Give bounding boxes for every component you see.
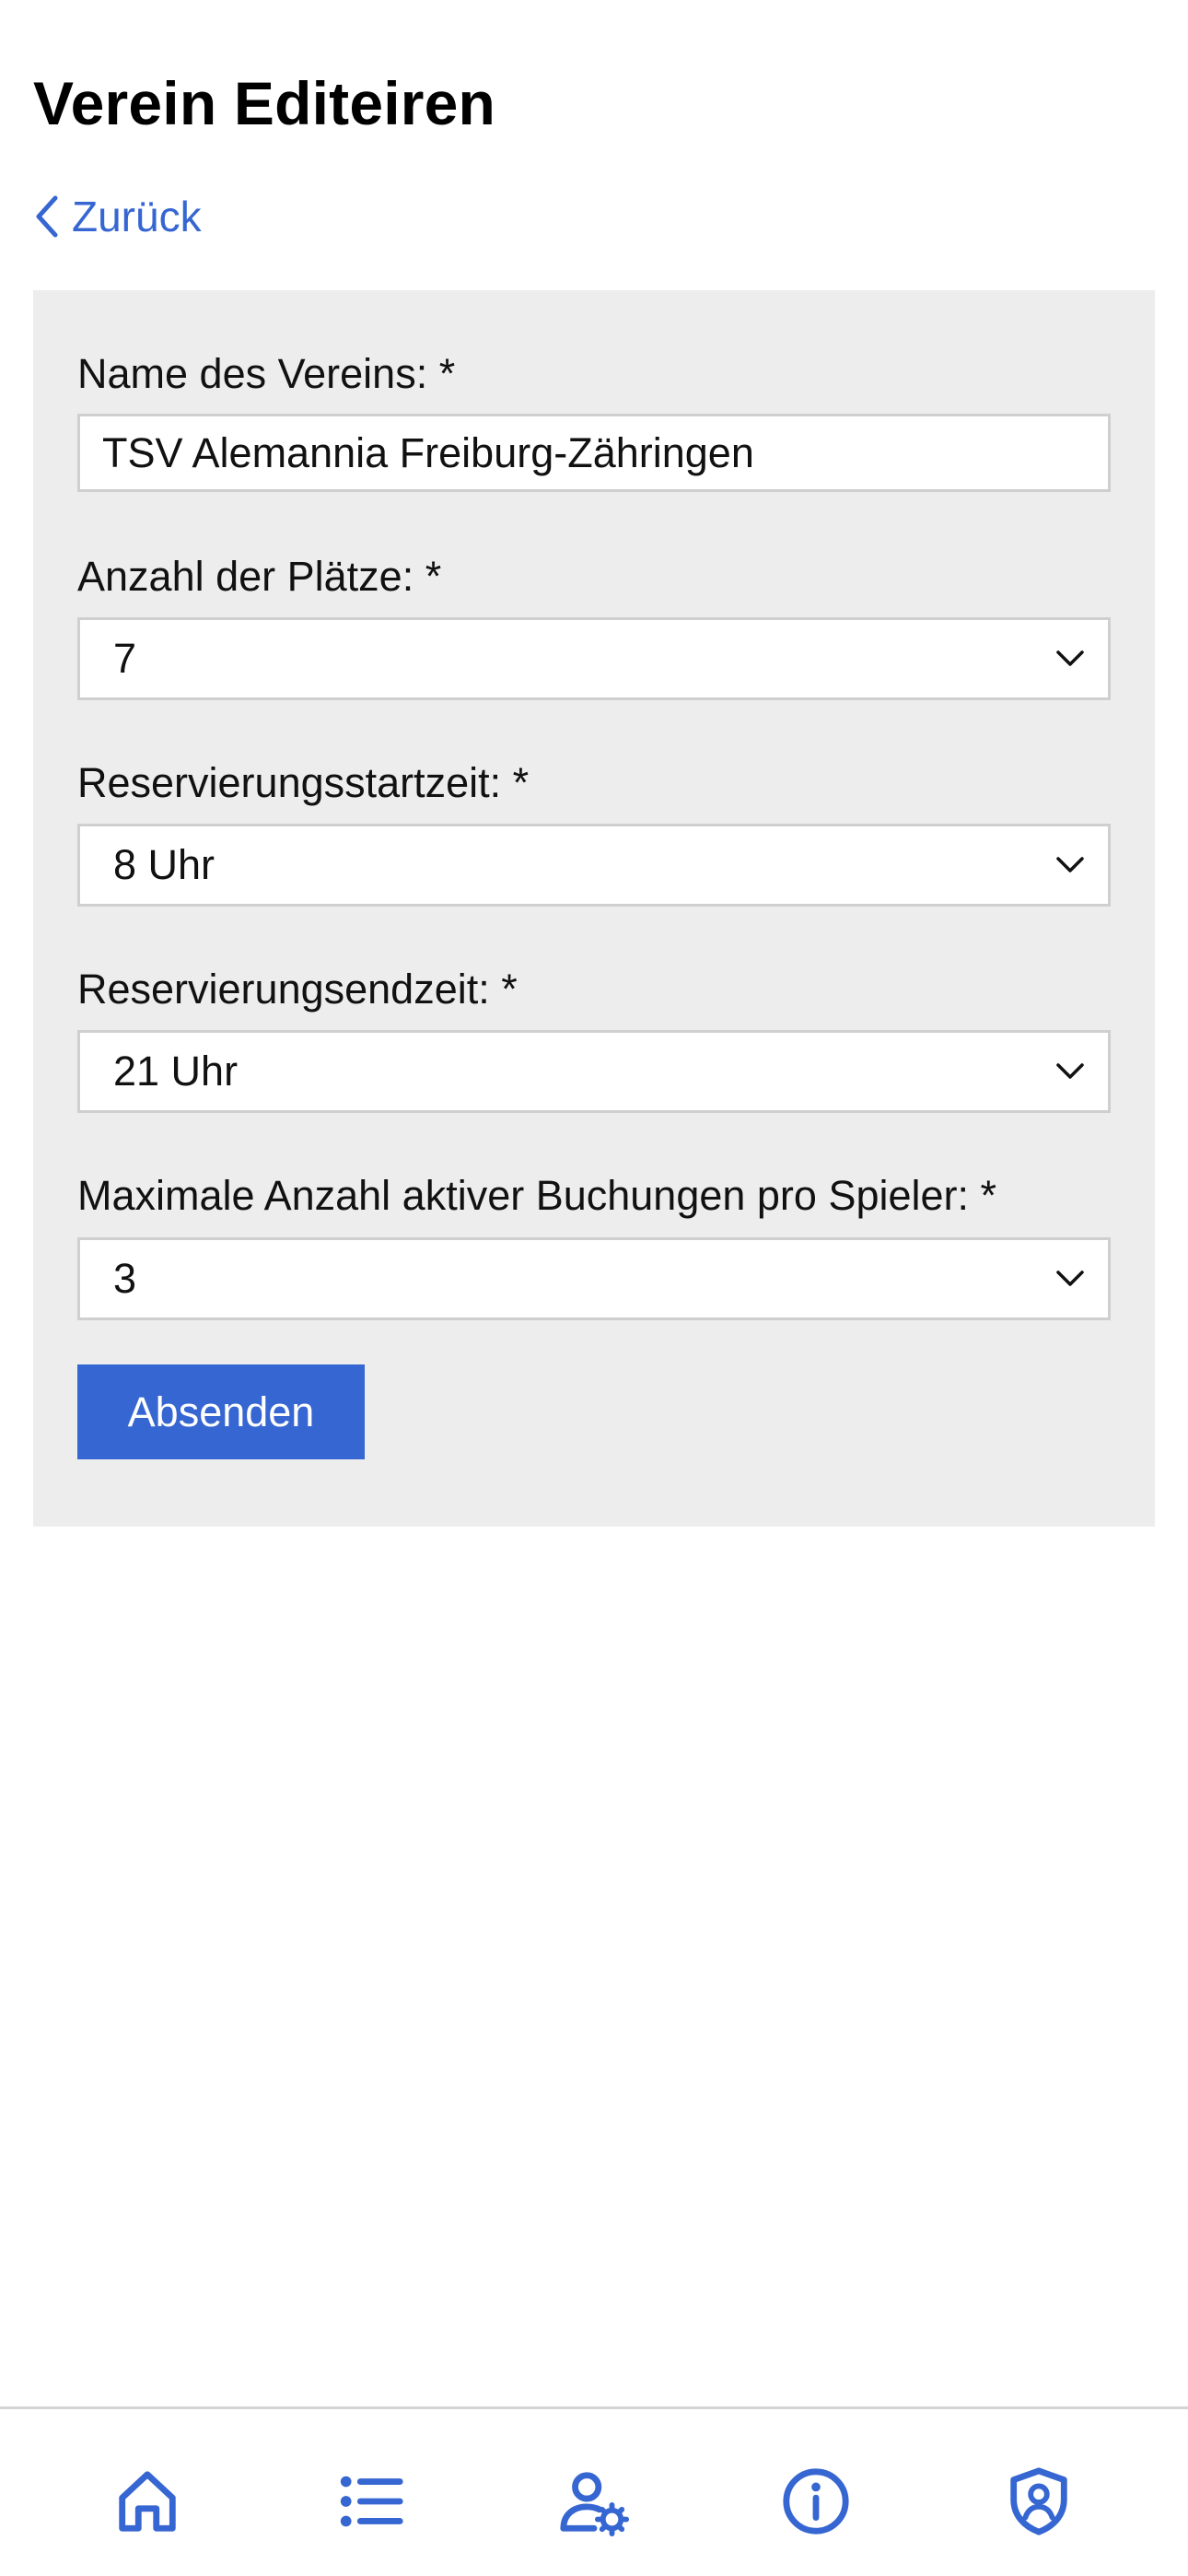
booking-end-value: 21 Uhr xyxy=(113,1048,239,1095)
tab-list[interactable] xyxy=(320,2455,422,2547)
shield-user-icon xyxy=(1010,2467,1067,2535)
chevron-down-icon xyxy=(1056,1270,1084,1286)
bottom-tab-bar xyxy=(0,2406,1188,2576)
chevron-down-icon xyxy=(1056,857,1084,872)
court-count-select[interactable]: 7 xyxy=(77,617,1111,700)
back-link[interactable]: Zurück xyxy=(31,184,202,249)
info-icon xyxy=(783,2468,849,2535)
chevron-down-icon xyxy=(1056,650,1084,666)
club-name-input[interactable] xyxy=(77,414,1111,492)
user-settings-icon xyxy=(560,2472,630,2537)
tab-info[interactable] xyxy=(765,2455,867,2547)
booking-end-select[interactable]: 21 Uhr xyxy=(77,1030,1111,1113)
max-bookings-label: Maximale Anzahl aktiver Buchungen pro Sp… xyxy=(77,1172,997,1219)
club-name-label: Name des Vereins: * xyxy=(77,350,456,397)
page-title: Verein Editeiren xyxy=(33,69,496,137)
max-bookings-value: 3 xyxy=(113,1255,137,1302)
back-link-label: Zurück xyxy=(72,193,202,240)
max-bookings-select[interactable]: 3 xyxy=(77,1237,1111,1320)
court-count-value: 7 xyxy=(113,635,137,682)
tab-user-settings[interactable] xyxy=(543,2455,645,2547)
booking-start-value: 8 Uhr xyxy=(113,841,215,888)
booking-end-label: Reservierungsendzeit: * xyxy=(77,966,518,1013)
chevron-down-icon xyxy=(1056,1063,1084,1079)
tab-home[interactable] xyxy=(97,2455,198,2547)
submit-button[interactable]: Absenden xyxy=(77,1364,365,1459)
list-icon xyxy=(340,2476,403,2527)
booking-start-label: Reservierungsstartzeit: * xyxy=(77,759,530,806)
tab-admin[interactable] xyxy=(988,2455,1089,2547)
court-count-label: Anzahl der Plätze: * xyxy=(77,553,442,600)
booking-start-select[interactable]: 8 Uhr xyxy=(77,824,1111,907)
home-icon xyxy=(119,2471,176,2532)
chevron-left-icon xyxy=(36,195,58,238)
